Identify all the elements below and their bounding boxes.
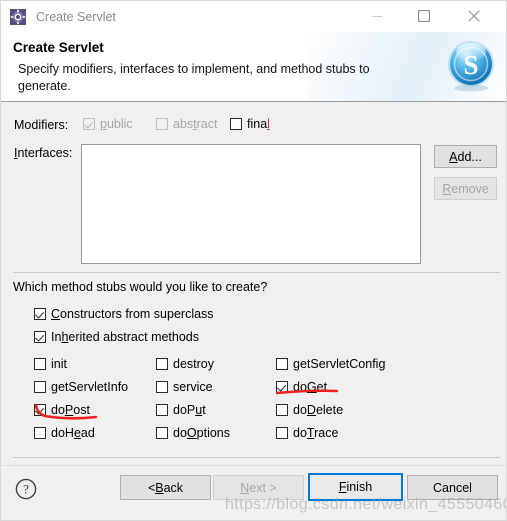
stub-doget[interactable]: doGet — [276, 380, 327, 394]
stub-destroy[interactable]: destroy — [156, 357, 214, 371]
interfaces-list[interactable] — [81, 144, 421, 264]
checkbox-dopost[interactable] — [34, 404, 46, 416]
checkbox-dotrace[interactable] — [276, 427, 288, 439]
checkbox-inherited-abstract-methods[interactable] — [34, 331, 46, 343]
checkbox-dohead[interactable] — [34, 427, 46, 439]
body-bottom-separator — [13, 457, 500, 458]
stub-getservletinfo-label[interactable]: getServletInfo — [51, 380, 128, 394]
checkbox-destroy[interactable] — [156, 358, 168, 370]
dialog-body: Modifiers: public abstract final Interfa… — [1, 102, 506, 465]
svg-text:?: ? — [23, 482, 29, 497]
minimize-button[interactable] — [355, 1, 400, 31]
modifier-abstract-label: abstract — [173, 117, 218, 131]
stub-dotrace-label[interactable]: doTrace — [293, 426, 338, 440]
logo-letter: S — [463, 50, 478, 80]
stub-dodelete[interactable]: doDelete — [276, 403, 343, 417]
interfaces-label: Interfaces: — [14, 146, 73, 160]
checkbox-getservletinfo[interactable] — [34, 381, 46, 393]
stub-constructors-from-superclass[interactable]: Constructors from superclass — [34, 307, 214, 321]
checkbox-service[interactable] — [156, 381, 168, 393]
stub-dooptions-label[interactable]: doOptions — [173, 426, 230, 440]
stub-dopost-label[interactable]: doPost — [51, 403, 90, 417]
modifiers-label: Modifiers: — [14, 118, 69, 132]
title-bar: Create Servlet — [1, 1, 506, 32]
checkbox-public — [83, 118, 95, 130]
stub-getservletinfo[interactable]: getServletInfo — [34, 380, 128, 394]
close-button[interactable] — [451, 1, 496, 31]
wizard-header: Create Servlet Specify modifiers, interf… — [1, 32, 506, 101]
modifier-abstract: abstract — [156, 117, 217, 131]
minimize-icon — [372, 15, 383, 17]
checkbox-doput[interactable] — [156, 404, 168, 416]
stub-init-label[interactable]: init — [51, 357, 67, 371]
checkbox-constructors-from-superclass[interactable] — [34, 308, 46, 320]
create-servlet-dialog: Create Servlet Create Servlet Specify mo… — [0, 0, 507, 521]
stub-doget-label[interactable]: doGet — [293, 380, 327, 394]
modifier-public-label: public — [100, 117, 133, 131]
stub-dooptions[interactable]: doOptions — [156, 426, 230, 440]
close-icon — [467, 10, 480, 22]
checkbox-final[interactable] — [230, 118, 242, 130]
maximize-icon — [417, 10, 430, 22]
stub-destroy-label[interactable]: destroy — [173, 357, 214, 371]
back-button[interactable]: < Back — [120, 475, 211, 500]
checkbox-doget[interactable] — [276, 381, 288, 393]
checkbox-dodelete[interactable] — [276, 404, 288, 416]
eclipse-wizard-icon — [10, 8, 26, 25]
page-title: Create Servlet — [13, 40, 104, 55]
stub-service-label[interactable]: service — [173, 380, 213, 394]
checkbox-dooptions[interactable] — [156, 427, 168, 439]
remove-interface-button[interactable]: Remove — [434, 177, 497, 200]
stub-doput[interactable]: doPut — [156, 403, 206, 417]
checkbox-getservletconfig[interactable] — [276, 358, 288, 370]
stub-dohead[interactable]: doHead — [34, 426, 95, 440]
stub-getservletconfig-label[interactable]: getServletConfig — [293, 357, 385, 371]
maximize-button[interactable] — [401, 1, 446, 31]
checkbox-abstract — [156, 118, 168, 130]
stub-constructors-label[interactable]: Constructors from superclass — [51, 307, 214, 321]
modifier-final[interactable]: final — [230, 117, 270, 131]
modifier-final-label[interactable]: final — [247, 117, 270, 131]
servlet-s-logo: S — [444, 39, 498, 93]
watermark-text: https://blog.csdn.net/weixin_45550460 — [225, 496, 507, 513]
window-title: Create Servlet — [36, 9, 116, 24]
stub-dotrace[interactable]: doTrace — [276, 426, 338, 440]
stub-doput-label[interactable]: doPut — [173, 403, 206, 417]
stub-getservletconfig[interactable]: getServletConfig — [276, 357, 385, 371]
stub-init[interactable]: init — [34, 357, 67, 371]
stub-dohead-label[interactable]: doHead — [51, 426, 95, 440]
help-icon[interactable]: ? — [15, 478, 37, 500]
stubs-question: Which method stubs would you like to cre… — [13, 280, 268, 294]
stub-dodelete-label[interactable]: doDelete — [293, 403, 343, 417]
modifier-public: public — [83, 117, 133, 131]
page-description: Specify modifiers, interfaces to impleme… — [18, 62, 370, 93]
stubs-separator — [13, 272, 500, 273]
stub-inherited-abstract-methods[interactable]: Inherited abstract methods — [34, 330, 199, 344]
checkbox-init[interactable] — [34, 358, 46, 370]
stub-inherited-label[interactable]: Inherited abstract methods — [51, 330, 199, 344]
stub-dopost[interactable]: doPost — [34, 403, 90, 417]
stub-service[interactable]: service — [156, 380, 213, 394]
add-interface-button[interactable]: Add... — [434, 145, 497, 168]
